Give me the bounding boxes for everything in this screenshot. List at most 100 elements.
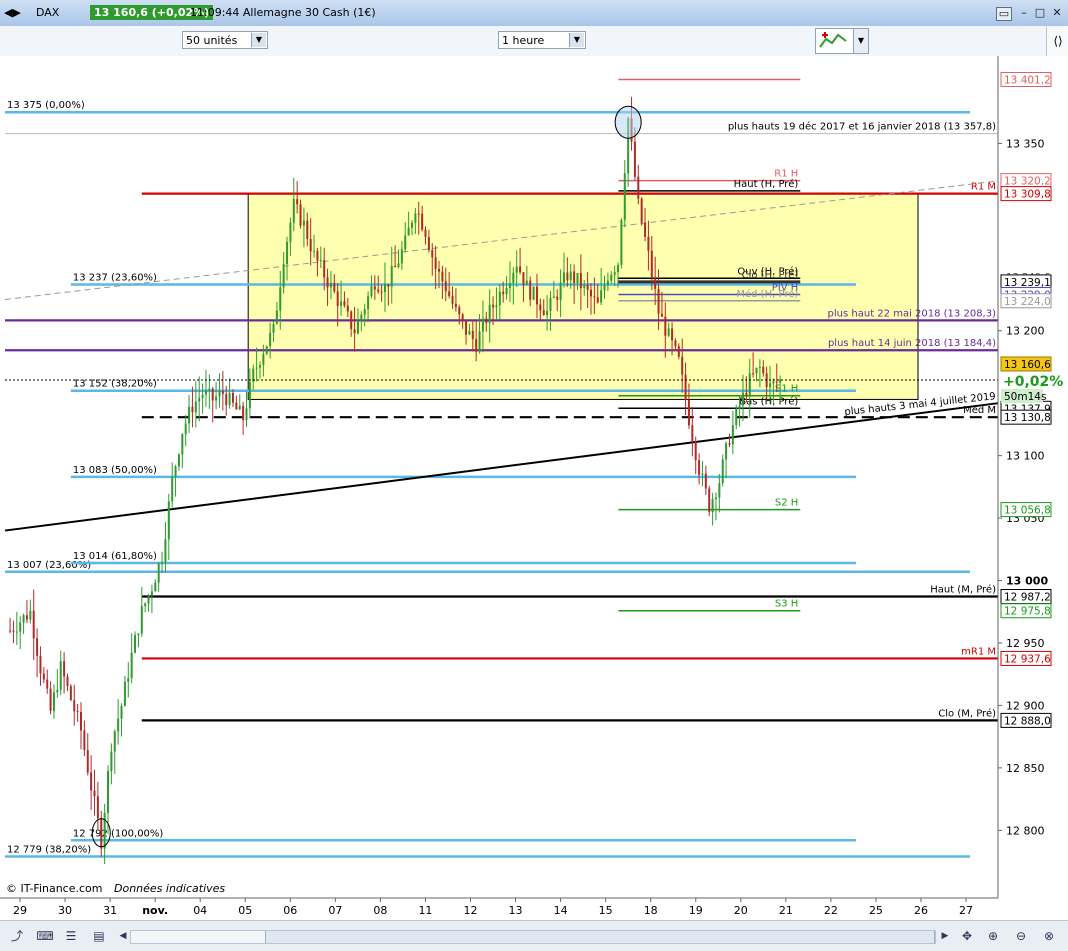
candle-body xyxy=(461,314,464,321)
level-label: 12 792 (100,00%) xyxy=(73,828,164,839)
scroll-track[interactable] xyxy=(130,930,936,944)
candle-body xyxy=(438,269,441,272)
candle-body xyxy=(79,712,82,731)
candle-body xyxy=(579,272,582,289)
candle-body xyxy=(752,373,755,375)
side-panel-toggle-icon[interactable]: ⟨⟩ xyxy=(1046,26,1068,56)
zoom-fit-icon[interactable]: ⊗ xyxy=(1040,927,1058,945)
candle-body xyxy=(769,383,772,387)
chevron-down-icon[interactable]: ▼ xyxy=(569,33,584,47)
candle-body xyxy=(36,638,39,656)
watermark: © IT-Finance.com xyxy=(6,882,103,895)
zoom-out-icon[interactable]: ⊖ xyxy=(1012,927,1030,945)
minimize-icon[interactable]: – xyxy=(1017,7,1031,19)
daily-level-label: Bas (H, Pré) xyxy=(739,395,798,407)
candle-body xyxy=(407,227,410,236)
candle-body xyxy=(488,304,491,324)
candle-body xyxy=(714,497,717,500)
candle-body xyxy=(458,307,461,315)
chart-area[interactable]: 13 375 (0,00%) 13 007 (23,60%) 12 779 (38,… xyxy=(0,56,1068,920)
axis-badge-text: 12 888,0 xyxy=(1004,715,1051,727)
candle-body xyxy=(448,291,451,297)
candle-body xyxy=(302,220,305,226)
candle-body xyxy=(671,328,674,341)
daily-level-label: Clo (H, Pré) xyxy=(742,269,799,281)
candle-body xyxy=(758,366,761,368)
maximize-icon[interactable]: □ xyxy=(1033,7,1047,19)
layers-icon[interactable]: ▤ xyxy=(90,927,108,945)
candle-body xyxy=(725,443,728,460)
candle-body xyxy=(603,285,606,291)
candle-body xyxy=(664,316,667,336)
candle-body xyxy=(475,339,478,352)
axis-badge-text: 13 401,2 xyxy=(1004,74,1051,86)
candle-body xyxy=(245,408,248,421)
candle-body xyxy=(441,271,444,282)
candle-body xyxy=(698,460,701,475)
candle-body xyxy=(400,249,403,264)
candle-body xyxy=(552,296,555,298)
candle-body xyxy=(481,318,484,332)
y-tick-label: 13 100 xyxy=(1006,450,1045,463)
y-tick-label: 12 900 xyxy=(1006,699,1045,712)
candle-body xyxy=(593,296,596,298)
scroll-thumb[interactable] xyxy=(265,931,935,943)
zoom-in-icon[interactable]: ⊕ xyxy=(984,927,1002,945)
axis-badge-text: 13 320,2 xyxy=(1004,176,1051,188)
candle-body xyxy=(113,731,116,752)
x-tick-label: 07 xyxy=(328,904,342,917)
list-icon[interactable]: ☰ xyxy=(62,927,80,945)
cursor-icon[interactable]: ✥ xyxy=(958,927,976,945)
candle-body xyxy=(292,199,295,223)
x-tick-label: 21 xyxy=(779,904,793,917)
close-icon[interactable]: ✕ xyxy=(1050,7,1064,19)
candle-body xyxy=(346,305,349,312)
level-label: R1 M xyxy=(971,182,996,193)
candle-body xyxy=(667,328,670,336)
scroll-right-icon[interactable]: ▶ xyxy=(936,927,954,945)
menu-icon[interactable]: ◀▶ xyxy=(4,6,21,19)
candle-body xyxy=(134,635,137,653)
axis-badge-text: 12 987,2 xyxy=(1004,592,1051,604)
candle-body xyxy=(586,284,589,290)
candle-body xyxy=(410,222,413,228)
units-select[interactable]: 50 unités ▼ xyxy=(182,31,268,49)
candle-body xyxy=(22,615,25,623)
level-label: Haut (M, Pré) xyxy=(930,584,996,596)
candle-body xyxy=(660,313,663,317)
candle-body xyxy=(265,346,268,354)
candle-body xyxy=(259,365,262,368)
candle-body xyxy=(12,630,15,632)
x-tick-label: 12 xyxy=(464,904,478,917)
chart-tools-icon[interactable] xyxy=(815,28,855,54)
interval-select[interactable]: 1 heure ▼ xyxy=(498,31,586,49)
x-tick-label: 15 xyxy=(599,904,613,917)
candle-body xyxy=(596,297,599,303)
chevron-down-icon[interactable]: ▼ xyxy=(251,33,266,47)
candle-body xyxy=(306,220,309,239)
restore-icon[interactable]: ▭ xyxy=(996,7,1012,21)
chart-toolbar: 50 unités ▼ 1 heure ▼ ▼ ⟨⟩ xyxy=(0,26,1068,57)
axis-badge-text: 13 130,8 xyxy=(1004,412,1051,424)
candle-body xyxy=(56,689,59,693)
x-tick-label: 11 xyxy=(418,904,432,917)
x-tick-label: 13 xyxy=(509,904,523,917)
candle-body xyxy=(468,330,471,335)
candle-body xyxy=(417,213,420,215)
x-tick-label: 05 xyxy=(238,904,252,917)
candle-body xyxy=(606,280,609,286)
chart-tools-dropdown-icon[interactable]: ▼ xyxy=(853,28,869,54)
share-icon[interactable]: ⤴ xyxy=(8,927,26,945)
candle-body xyxy=(218,390,221,397)
candle-body xyxy=(52,692,55,711)
axis-badge-text: 13 056,8 xyxy=(1004,505,1051,517)
time-and-name: 11:09:44 Allemagne 30 Cash (1€) xyxy=(190,6,376,19)
candle-body xyxy=(755,367,758,374)
price-chart[interactable]: 13 375 (0,00%)13 007 (23,60%)12 779 (38,… xyxy=(0,56,1068,920)
candle-body xyxy=(711,499,714,513)
candle-body xyxy=(286,241,289,265)
candle-body xyxy=(333,282,336,292)
keyboard-icon[interactable]: ⌨ xyxy=(36,927,54,945)
candle-body xyxy=(49,688,52,711)
candle-body xyxy=(633,141,636,177)
